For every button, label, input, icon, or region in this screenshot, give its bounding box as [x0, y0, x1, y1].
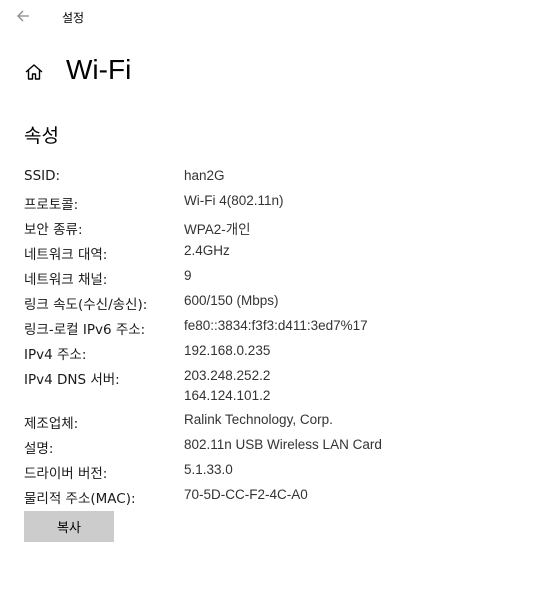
property-label: SSID: [24, 168, 61, 184]
property-value: Wi-Fi 4(802.11n) [184, 193, 284, 208]
property-label: 링크 속도(수신/송신): [24, 297, 148, 313]
property-value: WPA2-개인 [184, 222, 251, 237]
property-label: IPv4 DNS 서버: [24, 372, 120, 388]
property-value: 192.168.0.235 [184, 343, 271, 358]
property-label: 물리적 주소(MAC): [24, 491, 136, 507]
property-value: han2G [184, 168, 225, 183]
property-value: 203.248.252.2 [184, 368, 271, 383]
property-value: 2.4GHz [184, 243, 230, 258]
property-label: 링크-로컬 IPv6 주소: [24, 322, 146, 338]
property-value: Ralink Technology, Corp. [184, 412, 333, 427]
property-value: 5.1.33.0 [184, 462, 233, 477]
property-value: 70-5D-CC-F2-4C-A0 [184, 487, 308, 502]
property-value: 9 [184, 268, 192, 283]
property-label: 제조업체: [24, 416, 79, 432]
title-bar: 설정 [0, 0, 553, 34]
back-button[interactable] [12, 5, 36, 27]
property-value-secondary: 164.124.101.2 [184, 388, 271, 403]
back-arrow-icon [17, 10, 29, 22]
property-value: 802.11n USB Wireless LAN Card [184, 437, 382, 452]
copy-button[interactable]: 복사 [24, 511, 114, 542]
property-value: 600/150 (Mbps) [184, 293, 279, 308]
property-label: IPv4 주소: [24, 347, 87, 363]
property-label: 보안 종류: [24, 222, 83, 238]
property-label: 프로토콜: [24, 197, 79, 213]
property-label: 드라이버 버전: [24, 466, 108, 482]
property-label: 네트워크 채널: [24, 272, 108, 288]
window-title: 설정 [62, 11, 85, 25]
page-title: Wi-Fi [66, 54, 132, 85]
property-value: fe80::3834:f3f3:d411:3ed7%17 [184, 318, 368, 333]
section-title: 속성 [24, 125, 59, 147]
property-label: 설명: [24, 441, 54, 457]
home-icon [24, 62, 44, 82]
property-label: 네트워크 대역: [24, 247, 108, 263]
